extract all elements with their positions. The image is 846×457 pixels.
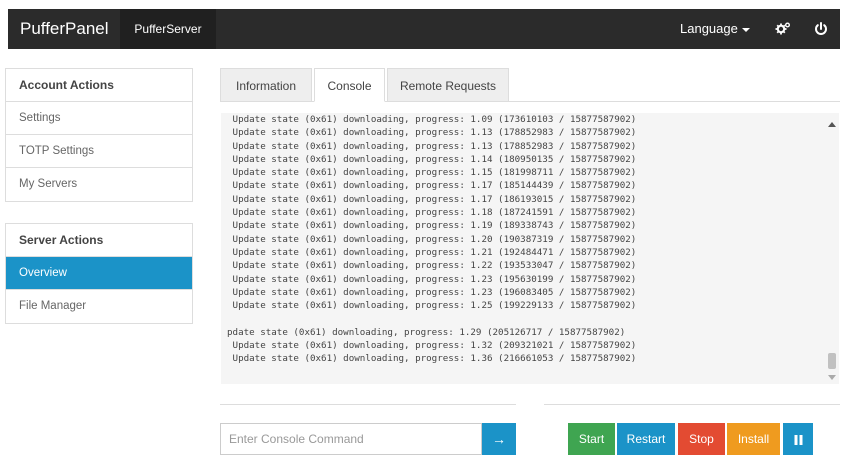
sidebar-item-totp-settings[interactable]: TOTP Settings: [6, 135, 192, 168]
sidebar-item-my-servers[interactable]: My Servers: [6, 168, 192, 201]
console-line: Update state (0x61) downloading, progres…: [227, 300, 637, 312]
console-line: Update state (0x61) downloading, progres…: [227, 220, 637, 232]
tab-remote-requests[interactable]: Remote Requests: [387, 68, 509, 102]
console-output[interactable]: Update state (0x61) downloading, progres…: [221, 113, 825, 384]
console-line: Update state (0x61) downloading, progres…: [227, 233, 637, 245]
cogs-icon[interactable]: [775, 21, 791, 37]
stop-button[interactable]: Stop: [678, 423, 725, 455]
divider-right: [544, 404, 840, 405]
console-line: Update state (0x61) downloading, progres…: [227, 114, 637, 125]
console-line: pdate state (0x61) downloading, progress…: [227, 326, 626, 338]
console-scrollbar[interactable]: [825, 113, 839, 384]
server-name-link[interactable]: PufferServer: [120, 9, 216, 49]
start-button[interactable]: Start: [568, 423, 615, 455]
console-line: Update state (0x61) downloading, progres…: [227, 353, 637, 365]
scroll-thumb[interactable]: [828, 353, 836, 369]
console-line: Update state (0x61) downloading, progres…: [227, 167, 637, 179]
console-line: Update state (0x61) downloading, progres…: [227, 193, 637, 205]
tab-console[interactable]: Console: [314, 68, 385, 102]
sidebar-item-settings[interactable]: Settings: [6, 102, 192, 135]
server-actions-title: Server Actions: [6, 224, 192, 257]
caret-down-icon: [741, 27, 750, 32]
console-line: Update state (0x61) downloading, progres…: [227, 246, 637, 258]
account-actions-title: Account Actions: [6, 69, 192, 102]
language-label: Language: [680, 21, 738, 36]
pause-icon: [794, 434, 803, 445]
console-command-input[interactable]: [220, 423, 482, 455]
navbar: PufferPanel PufferServer Language: [8, 9, 840, 49]
account-actions-panel: Account Actions Settings TOTP Settings M…: [5, 68, 193, 202]
console-line: Update state (0x61) downloading, progres…: [227, 127, 637, 139]
power-icon[interactable]: [813, 21, 829, 37]
tab-divider: [220, 101, 840, 102]
console-line: Update state (0x61) downloading, progres…: [227, 286, 637, 298]
scroll-up-icon[interactable]: [828, 122, 836, 127]
console-line: Update state (0x61) downloading, progres…: [227, 273, 637, 285]
console-line: Update state (0x61) downloading, progres…: [227, 260, 637, 272]
console-line: Update state (0x61) downloading, progres…: [227, 340, 637, 352]
tab-information[interactable]: Information: [220, 68, 312, 102]
console-line: Update state (0x61) downloading, progres…: [227, 180, 637, 192]
restart-button[interactable]: Restart: [617, 423, 675, 455]
pause-button[interactable]: [783, 423, 813, 455]
language-dropdown[interactable]: Language: [680, 9, 750, 49]
brand-logo[interactable]: PufferPanel: [20, 9, 109, 49]
divider-left: [220, 404, 516, 405]
console-line: Update state (0x61) downloading, progres…: [227, 153, 637, 165]
scroll-down-icon[interactable]: [828, 375, 836, 380]
install-button[interactable]: Install: [727, 423, 780, 455]
server-actions-panel: Server Actions Overview File Manager: [5, 223, 193, 324]
console-line: Update state (0x61) downloading, progres…: [227, 207, 637, 219]
sidebar-item-overview[interactable]: Overview: [6, 257, 192, 290]
sidebar-item-file-manager[interactable]: File Manager: [6, 290, 192, 323]
console-log: Update state (0x61) downloading, progres…: [227, 113, 636, 366]
console-line: Update state (0x61) downloading, progres…: [227, 140, 637, 152]
send-command-button[interactable]: →: [482, 423, 516, 455]
